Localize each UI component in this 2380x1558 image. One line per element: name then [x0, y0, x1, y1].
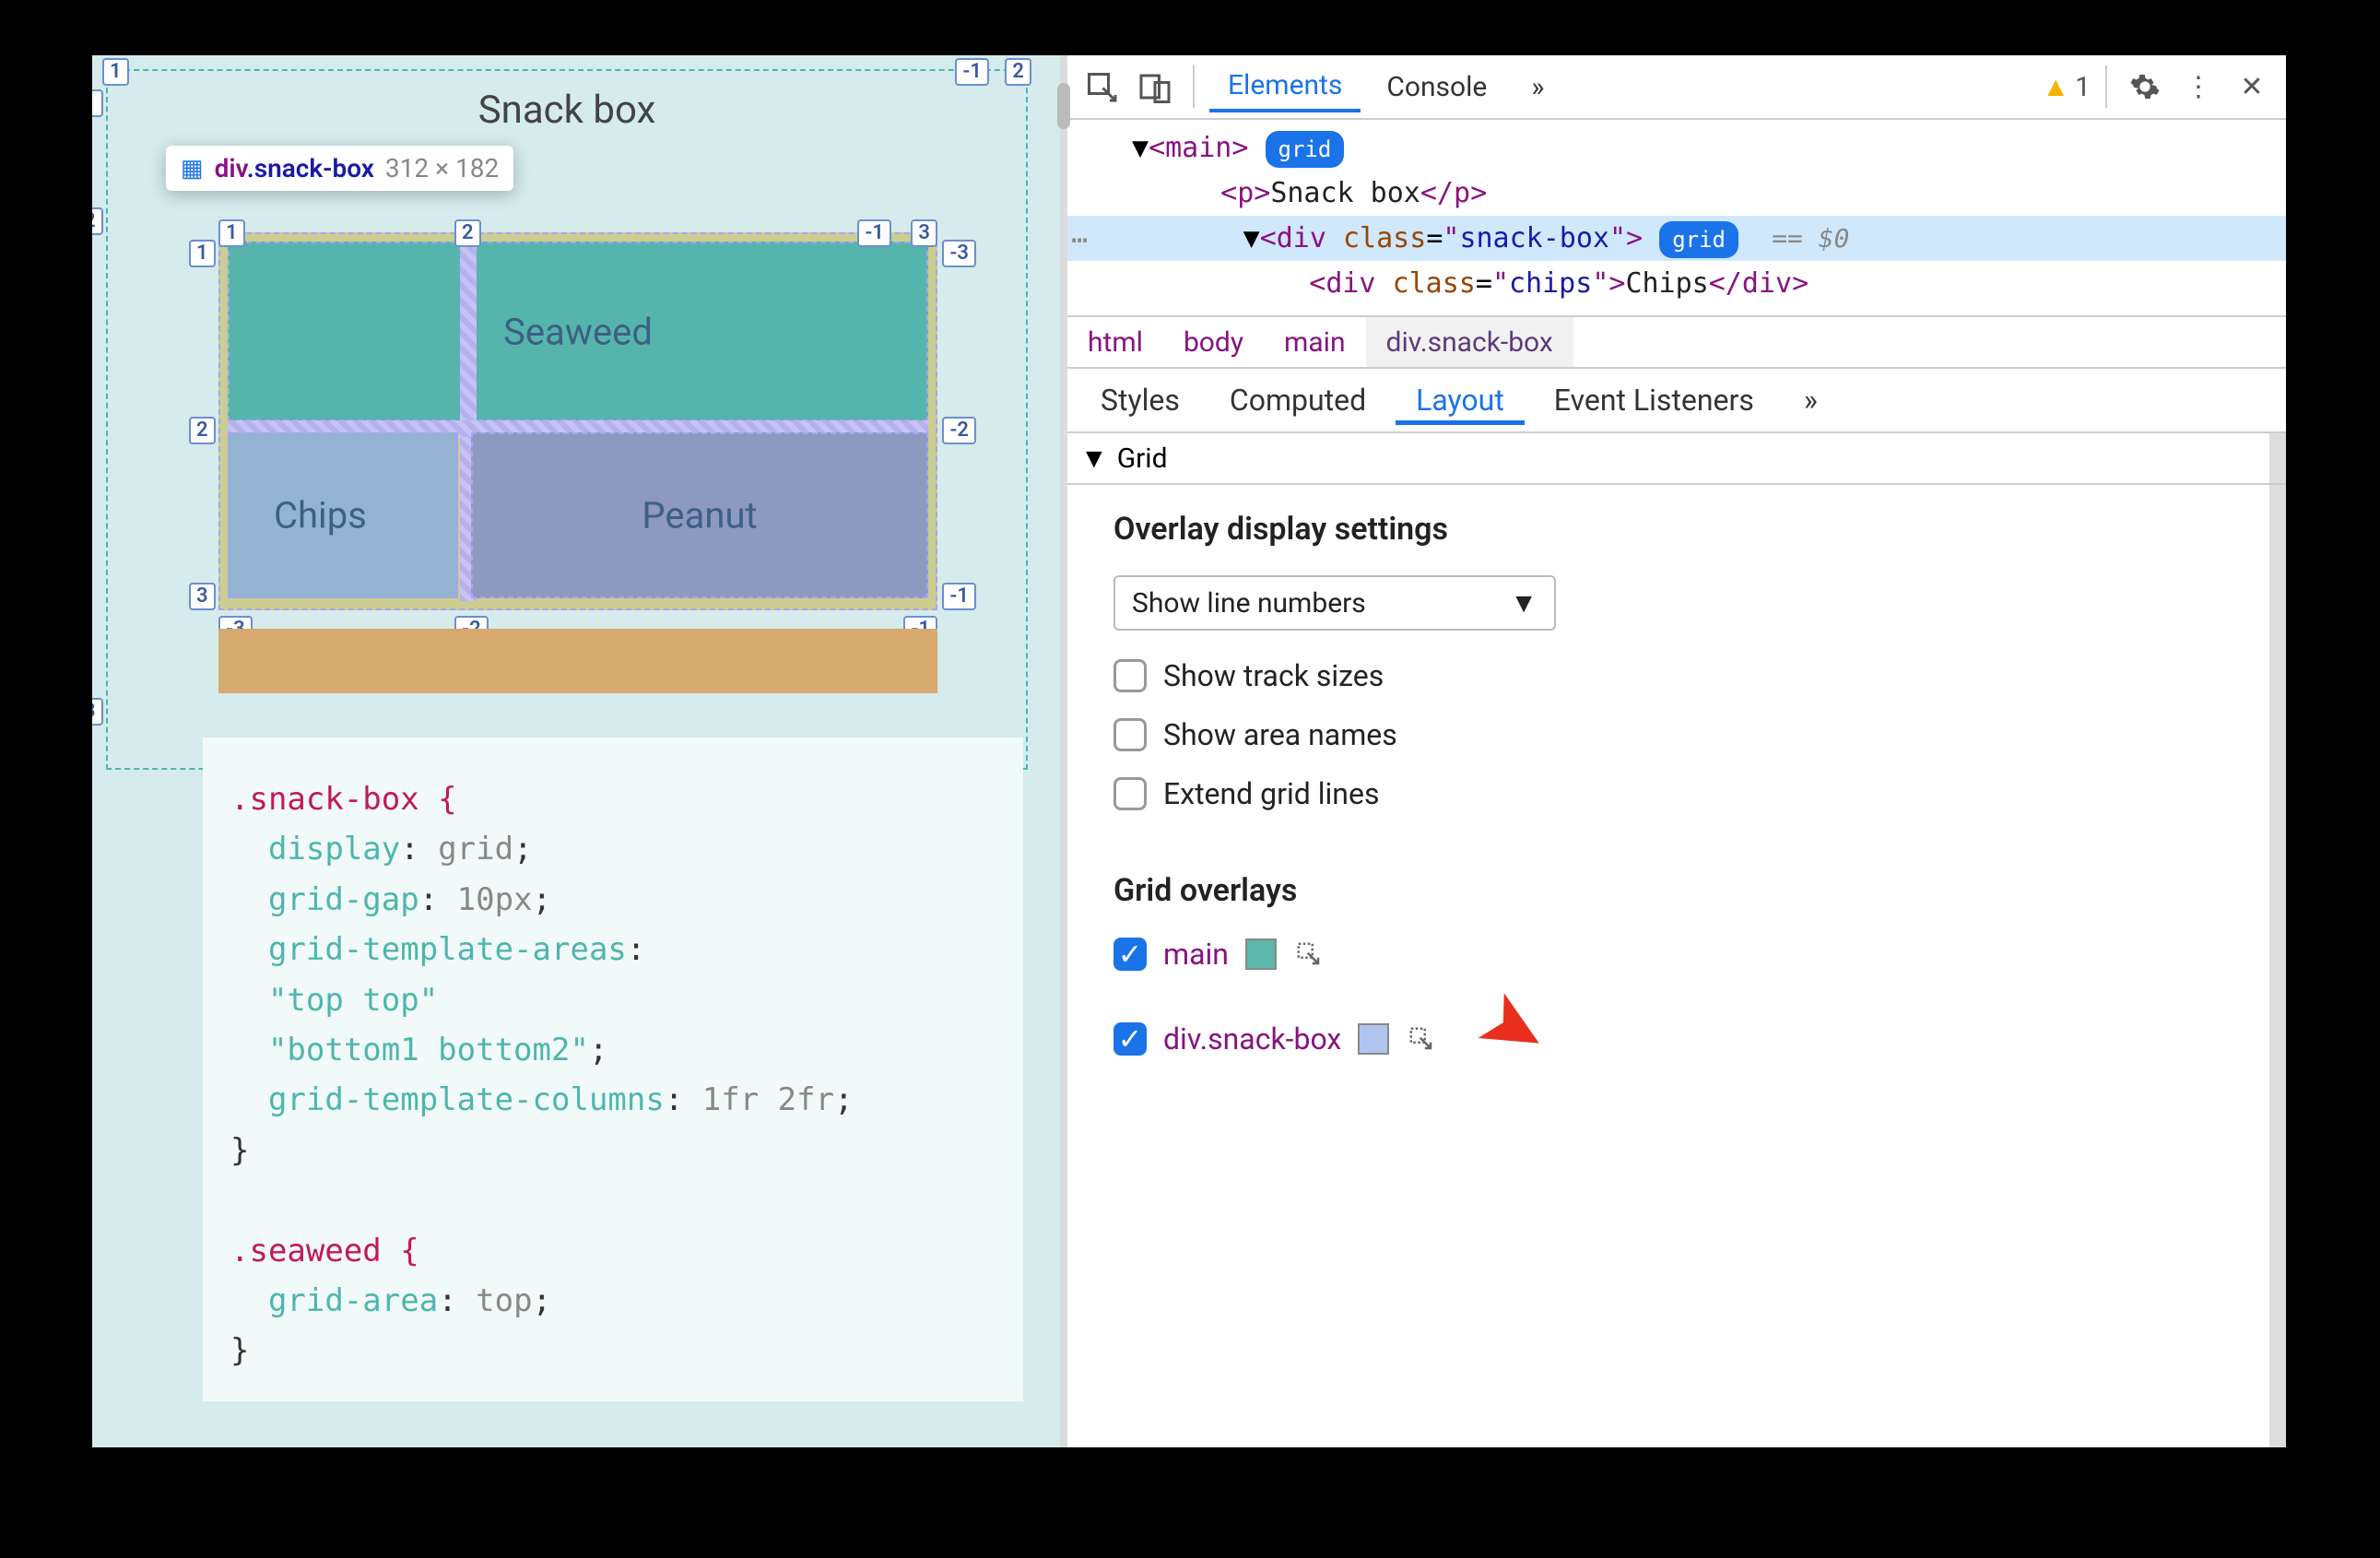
disclosure-triangle-icon: ▼	[1080, 443, 1108, 475]
grid-badge[interactable]: grid	[1659, 221, 1738, 258]
overlay-row-snack-box: ✓ div.snack-box ➤	[1113, 996, 2240, 1082]
overlay-label[interactable]: div.snack-box	[1163, 1021, 1341, 1056]
pane-divider[interactable]	[1060, 55, 1067, 1447]
tooltip-tag: div	[215, 153, 247, 183]
section-grid-header[interactable]: ▼ Grid	[1067, 433, 2286, 485]
dom-node-p[interactable]: <p>Snack box</p>	[1077, 171, 2277, 216]
reveal-element-icon[interactable]	[1293, 938, 1325, 970]
line-number: -2	[942, 417, 976, 444]
line-number: 3	[189, 583, 216, 610]
inspect-icon[interactable]	[1078, 64, 1125, 110]
check-label: Show area names	[1163, 717, 1397, 752]
grid-overlays-heading: Grid overlays	[1113, 872, 2240, 909]
seaweed-cell: Seaweed	[228, 242, 928, 421]
crumb-html[interactable]: html	[1067, 317, 1163, 367]
select-value: Show line numbers	[1132, 587, 1366, 620]
overlay-row-main: ✓ main	[1113, 937, 2240, 972]
app-window: Snack box 1 -1 2 1 2 3 Seaweed Chips Pea…	[92, 55, 2286, 1447]
checkbox[interactable]	[1113, 718, 1147, 751]
line-number: 2	[189, 417, 216, 444]
line-number: -1	[942, 583, 976, 610]
chips-cell: Chips	[228, 432, 458, 598]
subtab-styles[interactable]: Styles	[1080, 375, 1200, 425]
dom-tree[interactable]: ▼<main> grid <p>Snack box</p> ▼<div clas…	[1067, 120, 2286, 317]
color-swatch[interactable]	[1245, 938, 1277, 970]
peanut-cell: Peanut	[471, 432, 928, 598]
line-number: 2	[92, 207, 103, 235]
grid-row-track	[218, 629, 937, 693]
line-number-select[interactable]: Show line numbers ▼	[1113, 575, 1556, 631]
line-number: -1	[857, 219, 891, 247]
dom-node-snack-box[interactable]: ▼<div class="snack-box"> grid == $0	[1067, 216, 2286, 261]
line-number: 1	[218, 219, 245, 247]
line-number: 3	[911, 219, 937, 247]
cell-label: Peanut	[642, 494, 757, 537]
checkbox[interactable]: ✓	[1113, 1022, 1147, 1056]
code-block: .snack-box { display: grid; grid-gap: 10…	[203, 738, 1023, 1401]
tab-elements[interactable]: Elements	[1209, 62, 1361, 112]
devtools-toolbar: Elements Console » ▲ 1 ⋮ ✕	[1067, 55, 2286, 120]
check-label: Show track sizes	[1163, 658, 1384, 693]
grid-icon: ▦	[181, 155, 204, 183]
section-title: Grid	[1117, 443, 1168, 475]
page-title: Snack box	[478, 88, 656, 133]
check-label: Extend grid lines	[1163, 776, 1379, 811]
subtab-layout[interactable]: Layout	[1396, 375, 1525, 425]
cell-label: Seaweed	[503, 310, 653, 353]
color-swatch[interactable]	[1358, 1023, 1389, 1055]
warning-icon: ▲	[2042, 71, 2069, 103]
separator	[2105, 65, 2107, 108]
checkbox[interactable]: ✓	[1113, 938, 1147, 971]
line-number: 3	[92, 698, 103, 726]
line-number: 1	[189, 240, 216, 267]
checkbox[interactable]	[1113, 659, 1147, 692]
cell-label: Chips	[274, 494, 367, 537]
line-number: -1	[955, 58, 989, 86]
line-number: -3	[942, 240, 976, 267]
checkbox[interactable]	[1113, 777, 1147, 810]
check-track-sizes[interactable]: Show track sizes	[1113, 658, 2240, 693]
subtab-event-listeners[interactable]: Event Listeners	[1534, 375, 1774, 425]
line-number: 1	[92, 89, 103, 117]
dom-node-main[interactable]: ▼<main> grid	[1077, 125, 2277, 171]
kebab-icon[interactable]: ⋮	[2175, 64, 2221, 110]
separator	[1193, 65, 1195, 108]
line-number: 2	[1005, 58, 1031, 86]
dom-node-chips[interactable]: <div class="chips">Chips</div>	[1077, 261, 2277, 306]
warning-badge[interactable]: ▲ 1	[2042, 71, 2091, 103]
tooltip-dimensions: 312 × 182	[385, 153, 499, 183]
grid-badge[interactable]: grid	[1266, 131, 1345, 168]
gear-icon[interactable]	[2122, 64, 2168, 110]
subtab-more[interactable]: »	[1784, 375, 1838, 425]
tab-more[interactable]: »	[1513, 64, 1562, 111]
devtools-pane: Elements Console » ▲ 1 ⋮ ✕ ▼<main> grid …	[1067, 55, 2286, 1447]
tooltip-class: .snack-box	[247, 153, 374, 183]
crumb-main[interactable]: main	[1264, 317, 1366, 367]
layout-body: Overlay display settings Show line numbe…	[1067, 485, 2286, 1447]
snack-box[interactable]: Seaweed Chips Peanut 1 2 -1 3 1 2 3	[218, 232, 937, 610]
overlay-label[interactable]: main	[1163, 937, 1229, 972]
breadcrumb: html body main div.snack-box	[1067, 317, 2286, 369]
reveal-element-icon[interactable]	[1406, 1023, 1437, 1055]
styles-subtabs: Styles Computed Layout Event Listeners »	[1067, 369, 2286, 433]
line-number: 1	[102, 58, 129, 86]
chevron-down-icon: ▼	[1510, 587, 1538, 620]
tab-console[interactable]: Console	[1368, 64, 1505, 111]
warning-count: 1	[2075, 71, 2091, 103]
crumb-snack-box[interactable]: div.snack-box	[1366, 317, 1573, 367]
inspect-tooltip: ▦ div.snack-box 312 × 182	[166, 146, 513, 191]
viewport-pane: Snack box 1 -1 2 1 2 3 Seaweed Chips Pea…	[92, 55, 1060, 1447]
device-toggle-icon[interactable]	[1132, 64, 1178, 110]
overlay-settings-heading: Overlay display settings	[1113, 511, 2240, 548]
close-icon[interactable]: ✕	[2229, 64, 2275, 110]
check-extend-lines[interactable]: Extend grid lines	[1113, 776, 2240, 811]
check-area-names[interactable]: Show area names	[1113, 717, 2240, 752]
eq-selector: == $0	[1772, 223, 1849, 254]
annotation-arrow-icon: ➤	[1464, 977, 1561, 1083]
crumb-body[interactable]: body	[1163, 317, 1264, 367]
line-number: 2	[454, 219, 481, 247]
subtab-computed[interactable]: Computed	[1209, 375, 1386, 425]
